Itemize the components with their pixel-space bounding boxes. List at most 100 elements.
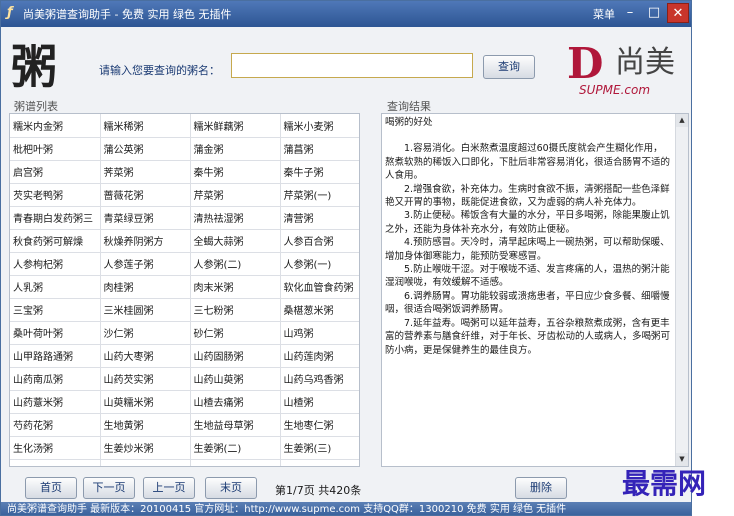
recipe-cell[interactable]: 青春期白发药粥三 <box>10 206 101 230</box>
table-row[interactable]: 人参枸杞粥 人参莲子粥 人参粥(二) 人参粥(一) <box>10 252 359 276</box>
recipe-cell[interactable]: 三宝粥 <box>10 298 101 322</box>
recipe-cell[interactable]: 生芦根粥 <box>10 459 101 466</box>
title-bar[interactable]: ƒ 尚美粥谱查询助手 - 免费 实用 绿色 无插件 菜单 – □ ✕ <box>1 1 691 27</box>
recipe-cell[interactable]: 山鸡粥 <box>280 321 359 345</box>
recipe-cell[interactable]: 蔷薇花粥 <box>100 183 191 207</box>
recipe-cell[interactable]: 人参莲子粥 <box>100 252 191 276</box>
table-row[interactable]: 生化汤粥 生姜炒米粥 生姜粥(二) 生姜粥(三) <box>10 436 359 460</box>
recipe-cell[interactable]: 芍药花粥 <box>10 413 101 437</box>
recipe-cell[interactable]: 山甲路路通粥 <box>10 344 101 368</box>
recipe-cell[interactable]: 人参枸杞粥 <box>10 252 101 276</box>
recipe-cell[interactable]: 山药大枣粥 <box>100 344 191 368</box>
scroll-down-arrow-icon[interactable]: ▼ <box>676 453 688 466</box>
next-page-button[interactable]: 下一页 <box>83 477 135 499</box>
recipe-cell[interactable]: 生地黄粥 <box>100 413 191 437</box>
first-page-button[interactable]: 首页 <box>25 477 77 499</box>
recipe-cell[interactable]: 秋食药粥可解燥 <box>10 229 101 253</box>
table-row[interactable]: 启宫粥 荠菜粥 秦牛粥 秦牛子粥 <box>10 160 359 184</box>
recipe-cell[interactable]: 山药乌鸡香粥 <box>280 367 359 391</box>
recipe-cell[interactable]: 枇杷叶粥 <box>10 137 101 161</box>
app-icon: ƒ <box>7 5 13 20</box>
recipe-cell[interactable]: 生地枣仁粥 <box>280 413 359 437</box>
last-page-button[interactable]: 末页 <box>205 477 257 499</box>
recipe-cell[interactable]: 盛夏食药粥祛暑保 <box>100 459 191 466</box>
recipe-cell[interactable]: 芹菜粥 <box>190 183 281 207</box>
table-row[interactable]: 山药南瓜粥 山药芡实粥 山药山萸粥 山药乌鸡香粥 <box>10 367 359 391</box>
table-row[interactable]: 生芦根粥盛夏食药粥祛暑保石斛粥石膏豆豉粥 <box>10 459 359 466</box>
search-input[interactable] <box>231 53 473 78</box>
recipe-cell[interactable]: 山楂粥 <box>280 390 359 414</box>
recipe-cell[interactable]: 肉末米粥 <box>190 275 281 299</box>
recipe-cell[interactable]: 桑椹葱米粥 <box>280 298 359 322</box>
recipe-cell[interactable]: 清营粥 <box>280 206 359 230</box>
recipe-cell[interactable]: 秦牛粥 <box>190 160 281 184</box>
table-row[interactable]: 芡实老鸭粥 蔷薇花粥 芹菜粥 芹菜粥(一) <box>10 183 359 207</box>
recipe-cell[interactable]: 山药芡实粥 <box>100 367 191 391</box>
recipe-cell[interactable]: 生姜粥(三) <box>280 436 359 460</box>
search-button[interactable]: 查询 <box>483 55 535 79</box>
recipe-cell[interactable]: 砂仁粥 <box>190 321 281 345</box>
recipe-cell[interactable]: 石膏豆豉粥 <box>280 459 359 466</box>
table-row[interactable]: 枇杷叶粥 蒲公英粥 蒲金粥 蒲菖粥 <box>10 137 359 161</box>
recipe-cell[interactable]: 芡实老鸭粥 <box>10 183 101 207</box>
recipe-cell[interactable]: 山药固肠粥 <box>190 344 281 368</box>
recipe-cell[interactable]: 人参粥(一) <box>280 252 359 276</box>
result-scrollbar[interactable]: ▲ ▼ <box>675 114 688 466</box>
recipe-cell[interactable]: 荠菜粥 <box>100 160 191 184</box>
recipe-cell[interactable]: 山药莲肉粥 <box>280 344 359 368</box>
menu-button[interactable]: 菜单 <box>593 6 615 22</box>
recipe-cell[interactable]: 桑叶荷叶粥 <box>10 321 101 345</box>
table-row[interactable]: 秋食药粥可解燥 秋燥养阴粥方 全蝎大蒜粥 人参百合粥 <box>10 229 359 253</box>
recipe-cell[interactable]: 糯米小麦粥 <box>280 114 359 138</box>
table-row[interactable]: 芍药花粥 生地黄粥 生地益母草粥 生地枣仁粥 <box>10 413 359 437</box>
recipe-cell[interactable]: 糯米内金粥 <box>10 114 101 138</box>
brand-logo[interactable]: D 尚美 SUPME.com <box>565 39 689 103</box>
result-paragraph: 4.预防感冒。天冷时，清早起床喝上一碗热粥，可以帮助保暖、增加身体御寒能力，能预… <box>385 237 670 262</box>
recipe-cell[interactable]: 启宫粥 <box>10 160 101 184</box>
recipe-cell[interactable]: 山萸糯米粥 <box>100 390 191 414</box>
table-row[interactable]: 三宝粥 三米桂圆粥 三七粉粥 桑椹葱米粥 <box>10 298 359 322</box>
table-row[interactable]: 山甲路路通粥 山药大枣粥 山药固肠粥 山药莲肉粥 <box>10 344 359 368</box>
table-row[interactable]: 糯米内金粥 糯米稀粥 糯米鲜藕粥 糯米小麦粥 <box>10 114 359 138</box>
recipe-cell[interactable]: 糯米稀粥 <box>100 114 191 138</box>
table-row[interactable]: 人乳粥 肉桂粥 肉末米粥 软化血管食药粥 <box>10 275 359 299</box>
recipe-cell[interactable]: 秦牛子粥 <box>280 160 359 184</box>
recipe-table: 糯米内金粥 糯米稀粥 糯米鲜藕粥 糯米小麦粥 枇杷叶粥 蒲公英粥 蒲金粥 蒲菖粥 启宫粥 荠菜粥秦… <box>10 114 359 466</box>
table-row[interactable]: 桑叶荷叶粥 沙仁粥 砂仁粥 山鸡粥 <box>10 321 359 345</box>
result-panel[interactable]: 喝粥的好处 1.容易消化。白米熬煮温度超过60摄氏度就会产生糊化作用，熬煮软熟的… <box>381 113 689 467</box>
maximize-button[interactable]: □ <box>643 3 665 23</box>
table-row[interactable]: 青春期白发药粥三 青菜绿豆粥 清热祛湿粥 清营粥 <box>10 206 359 230</box>
recipe-cell[interactable]: 三七粉粥 <box>190 298 281 322</box>
recipe-cell[interactable]: 石斛粥 <box>190 459 281 466</box>
minimize-button[interactable]: – <box>619 3 641 23</box>
prev-page-button[interactable]: 上一页 <box>143 477 195 499</box>
recipe-cell[interactable]: 山楂去痛粥 <box>190 390 281 414</box>
recipe-cell[interactable]: 山药薏米粥 <box>10 390 101 414</box>
recipe-cell[interactable]: 人参粥(二) <box>190 252 281 276</box>
recipe-cell[interactable]: 沙仁粥 <box>100 321 191 345</box>
recipe-cell[interactable]: 芹菜粥(一) <box>280 183 359 207</box>
table-row[interactable]: 山药薏米粥 山萸糯米粥 山楂去痛粥 山楂粥 <box>10 390 359 414</box>
recipe-cell[interactable]: 蒲金粥 <box>190 137 281 161</box>
recipe-cell[interactable]: 生姜炒米粥 <box>100 436 191 460</box>
scroll-up-arrow-icon[interactable]: ▲ <box>676 114 688 127</box>
recipe-cell[interactable]: 糯米鲜藕粥 <box>190 114 281 138</box>
recipe-cell[interactable]: 软化血管食药粥 <box>280 275 359 299</box>
recipe-cell[interactable]: 生化汤粥 <box>10 436 101 460</box>
recipe-cell[interactable]: 生地益母草粥 <box>190 413 281 437</box>
recipe-cell[interactable]: 蒲公英粥 <box>100 137 191 161</box>
recipe-cell[interactable]: 三米桂圆粥 <box>100 298 191 322</box>
recipe-cell[interactable]: 山药山萸粥 <box>190 367 281 391</box>
recipe-cell[interactable]: 蒲菖粥 <box>280 137 359 161</box>
recipe-cell[interactable]: 青菜绿豆粥 <box>100 206 191 230</box>
delete-button[interactable]: 删除 <box>515 477 567 499</box>
recipe-cell[interactable]: 秋燥养阴粥方 <box>100 229 191 253</box>
recipe-cell[interactable]: 山药南瓜粥 <box>10 367 101 391</box>
recipe-cell[interactable]: 人乳粥 <box>10 275 101 299</box>
recipe-cell[interactable]: 全蝎大蒜粥 <box>190 229 281 253</box>
recipe-cell[interactable]: 生姜粥(二) <box>190 436 281 460</box>
recipe-cell[interactable]: 人参百合粥 <box>280 229 359 253</box>
recipe-cell[interactable]: 清热祛湿粥 <box>190 206 281 230</box>
close-button[interactable]: ✕ <box>667 3 689 23</box>
recipe-cell[interactable]: 肉桂粥 <box>100 275 191 299</box>
